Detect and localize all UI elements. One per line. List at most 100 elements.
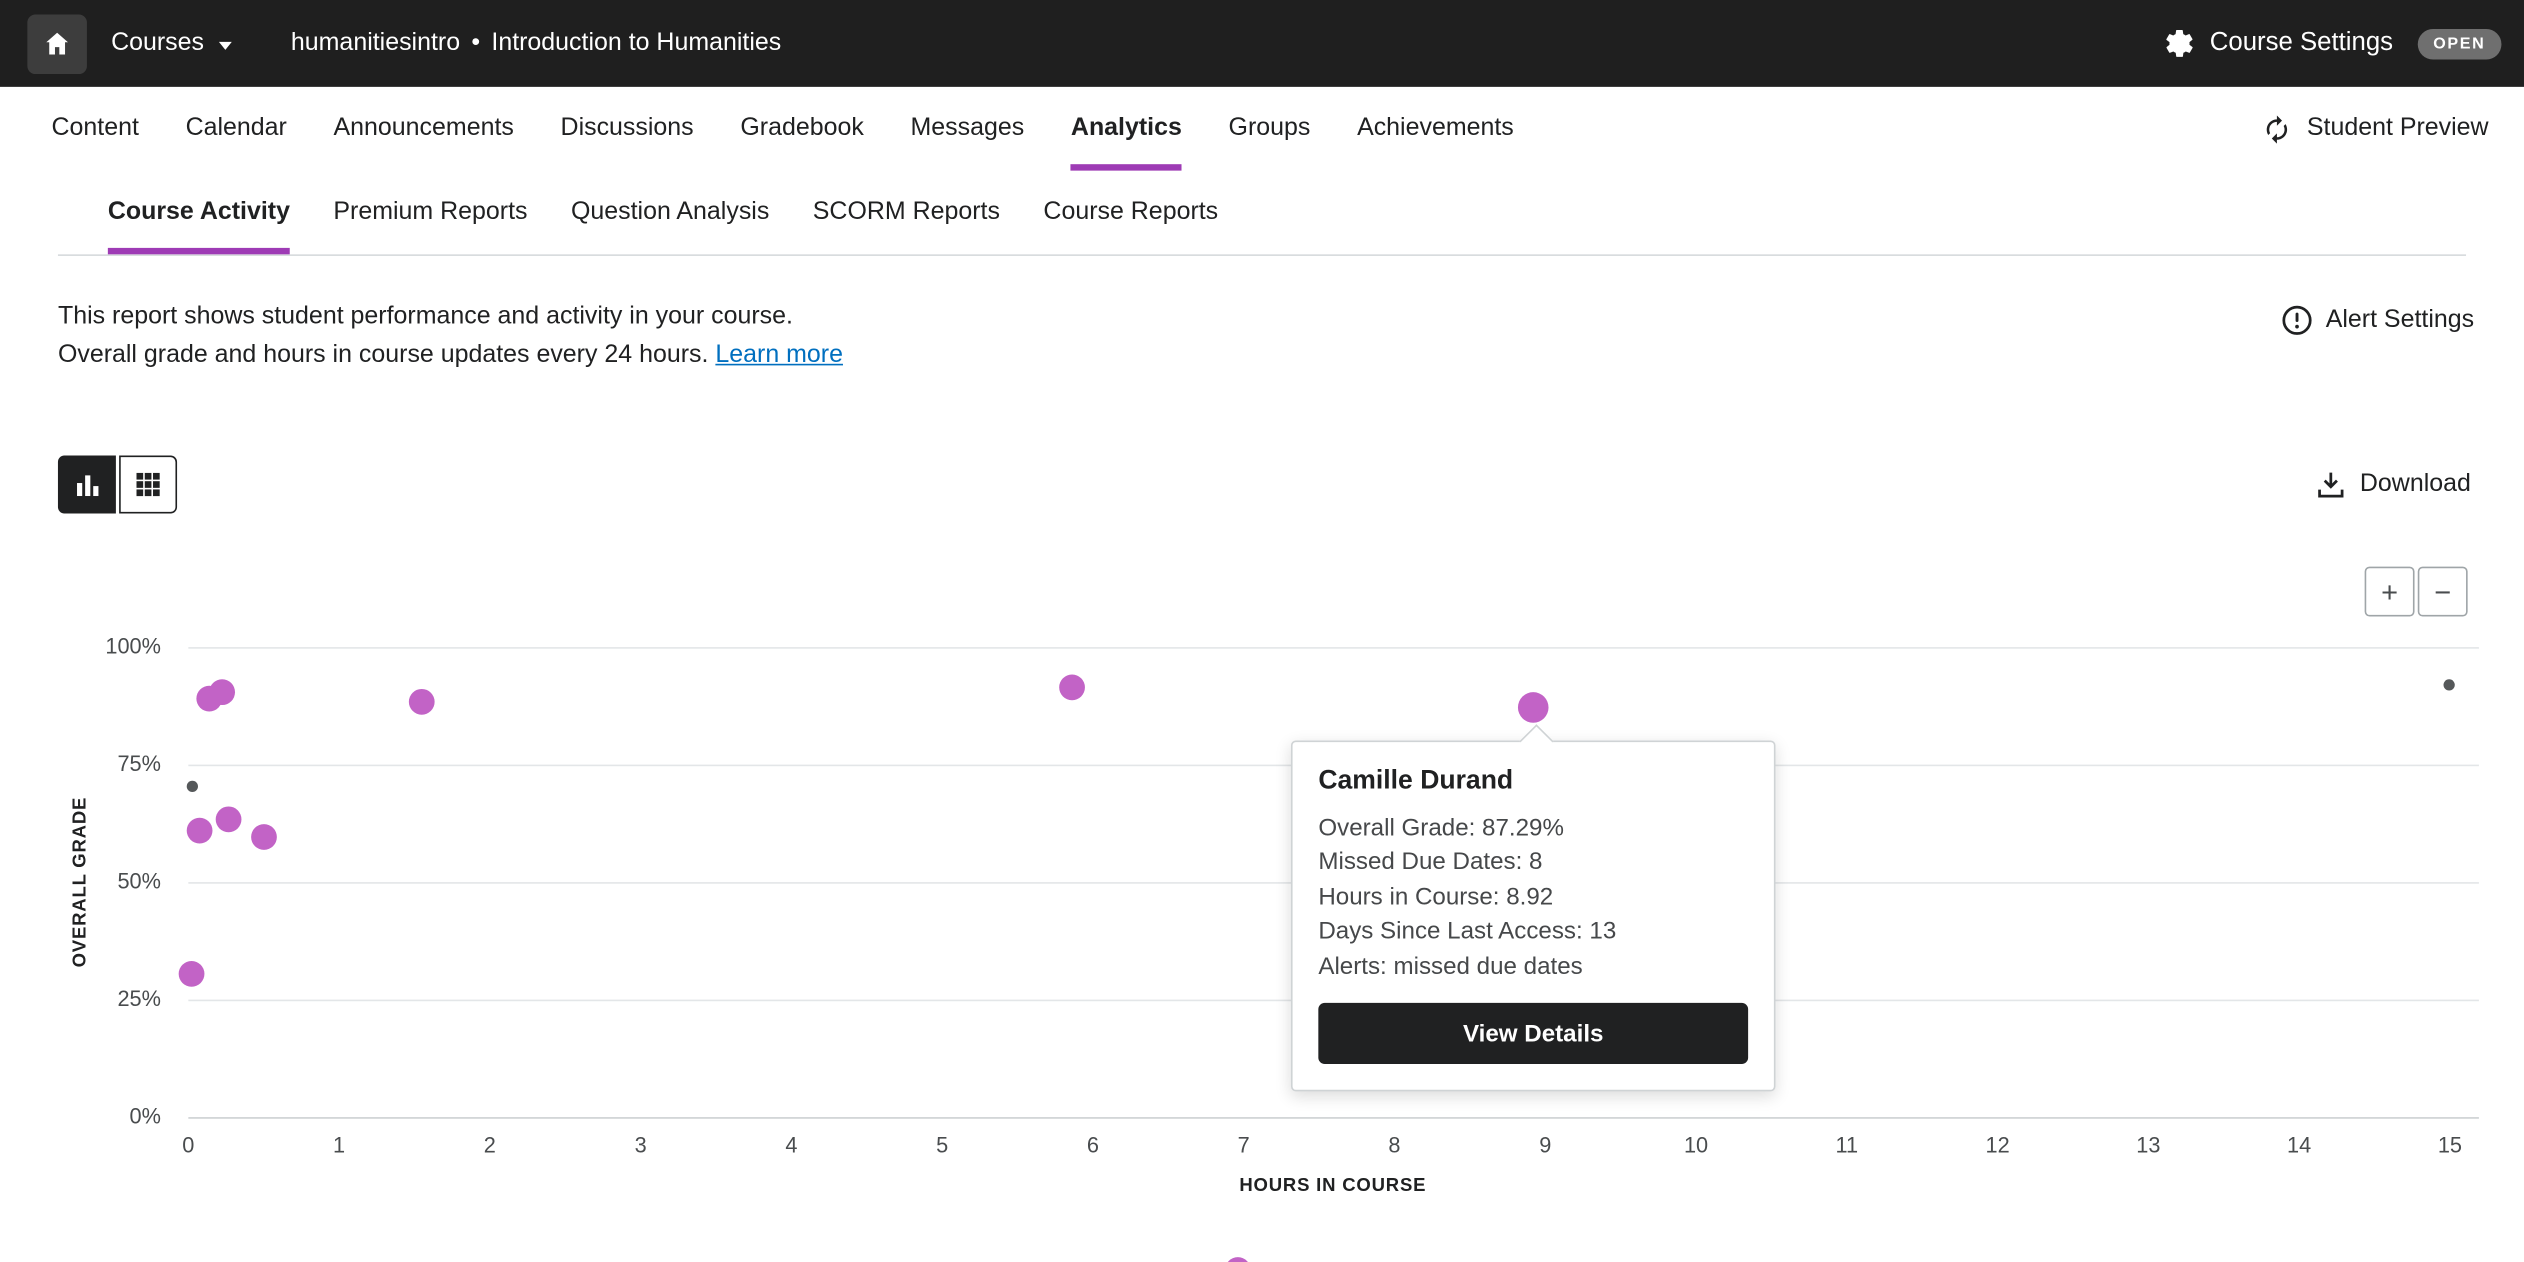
course-settings-button[interactable]: Course Settings [2210, 29, 2393, 58]
data-point[interactable] [1059, 674, 1085, 700]
student-preview-label: Student Preview [2307, 114, 2489, 143]
chart-controls-row: Download [0, 456, 2524, 514]
tab-groups[interactable]: Groups [1229, 87, 1311, 171]
tab-calendar[interactable]: Calendar [186, 87, 287, 171]
home-button[interactable] [27, 14, 87, 74]
sync-icon [2262, 113, 2293, 144]
download-icon [2315, 468, 2347, 500]
courses-label: Courses [111, 29, 204, 58]
tooltip-stats: Overall Grade: 87.29%Missed Due Dates: 8… [1318, 811, 1748, 984]
tooltip-stat-line: Alerts: missed due dates [1318, 949, 1748, 984]
analytics-subnav: Course Activity Premium Reports Question A… [58, 171, 2466, 256]
subtab-course-reports[interactable]: Course Reports [1043, 171, 1218, 255]
subtab-question-analysis[interactable]: Question Analysis [571, 171, 769, 255]
gridline [188, 1117, 2479, 1119]
courses-menu-button[interactable]: Courses [111, 29, 231, 58]
x-tick-label: 0 [153, 1133, 224, 1157]
subtab-premium-reports[interactable]: Premium Reports [333, 171, 527, 255]
download-button[interactable]: Download [2315, 468, 2471, 500]
tab-messages[interactable]: Messages [911, 87, 1025, 171]
top-bar: Courses humanitiesintro • Introduction t… [0, 0, 2524, 87]
tab-discussions[interactable]: Discussions [561, 87, 694, 171]
nav-tabs: Content Calendar Announcements Discussions G… [52, 87, 1514, 171]
zoom-in-button[interactable]: + [2365, 567, 2415, 617]
analytics-page: Courses humanitiesintro • Introduction t… [0, 0, 2524, 1262]
status-badge: OPEN [2417, 28, 2501, 59]
x-tick-label: 11 [1811, 1133, 1882, 1157]
table-view-button[interactable] [119, 456, 177, 514]
report-description-line2: Overall grade and hours in course update… [58, 336, 843, 375]
x-axis-title: HOURS IN COURSE [1239, 1177, 1426, 1196]
data-point[interactable] [1225, 1257, 1251, 1262]
tooltip-student-name: Camille Durand [1318, 766, 1748, 797]
data-point[interactable] [251, 825, 277, 851]
x-tick-label: 5 [907, 1133, 978, 1157]
tooltip-stat-line: Missed Due Dates: 8 [1318, 845, 1748, 880]
breadcrumb-separator: • [471, 29, 480, 58]
view-details-button[interactable]: View Details [1318, 1003, 1748, 1064]
download-label: Download [2360, 470, 2471, 499]
zoom-out-button[interactable]: − [2418, 567, 2468, 617]
learn-more-link[interactable]: Learn more [715, 341, 843, 368]
x-tick-label: 4 [756, 1133, 827, 1157]
alert-settings-button[interactable]: Alert Settings [2281, 304, 2474, 336]
table-grid-icon [134, 470, 163, 499]
y-tick-label: 0% [48, 1104, 161, 1130]
tab-gradebook[interactable]: Gradebook [740, 87, 863, 171]
tooltip-caret [1519, 724, 1553, 758]
topbar-right: Course Settings OPEN [2163, 27, 2501, 59]
bar-chart-icon [72, 469, 103, 500]
tooltip-stat-line: Hours in Course: 8.92 [1318, 880, 1748, 915]
data-point[interactable] [178, 961, 204, 987]
x-tick-label: 15 [2415, 1133, 2486, 1157]
data-point[interactable] [188, 818, 214, 844]
x-tick-label: 9 [1510, 1133, 1581, 1157]
x-tick-label: 13 [2113, 1133, 2184, 1157]
student-tooltip: Camille Durand Overall Grade: 87.29%Miss… [1291, 740, 1776, 1092]
data-point-camille-durand[interactable] [1518, 692, 1549, 723]
data-point[interactable] [187, 781, 198, 792]
chevron-down-icon [218, 41, 231, 49]
course-code: humanitiesintro [291, 29, 460, 58]
report-description: This report shows student performance an… [58, 298, 843, 375]
data-point[interactable] [2444, 679, 2455, 690]
y-tick-label: 75% [48, 752, 161, 778]
breadcrumb: humanitiesintro • Introduction to Humani… [291, 29, 781, 58]
subtab-scorm-reports[interactable]: SCORM Reports [813, 171, 1000, 255]
y-tick-label: 50% [48, 869, 161, 895]
course-nav: Content Calendar Announcements Discussions G… [0, 87, 2524, 171]
x-tick-label: 8 [1359, 1133, 1430, 1157]
tab-announcements[interactable]: Announcements [334, 87, 514, 171]
tab-achievements[interactable]: Achievements [1357, 87, 1514, 171]
y-tick-label: 25% [48, 987, 161, 1013]
x-tick-label: 2 [454, 1133, 525, 1157]
x-tick-label: 10 [1661, 1133, 1732, 1157]
report-info-row: This report shows student performance an… [0, 256, 2524, 375]
tooltip-stat-line: Days Since Last Access: 13 [1318, 914, 1748, 949]
alert-settings-label: Alert Settings [2326, 306, 2474, 335]
chart-view-button[interactable] [58, 456, 116, 514]
tab-analytics[interactable]: Analytics [1071, 87, 1182, 171]
y-tick-label: 100% [48, 634, 161, 660]
course-title: Introduction to Humanities [491, 29, 781, 58]
data-point[interactable] [209, 680, 235, 706]
report-description-line1: This report shows student performance an… [58, 298, 843, 337]
data-point[interactable] [409, 689, 435, 715]
x-tick-label: 6 [1058, 1133, 1129, 1157]
subtab-course-activity[interactable]: Course Activity [108, 171, 290, 255]
zoom-controls: + − [2365, 567, 2468, 617]
tab-content[interactable]: Content [52, 87, 139, 171]
tooltip-stat-line: Overall Grade: 87.29% [1318, 811, 1748, 846]
home-icon [42, 28, 73, 59]
student-preview-button[interactable]: Student Preview [2262, 87, 2489, 171]
x-tick-label: 3 [605, 1133, 676, 1157]
view-toggle [58, 456, 177, 514]
data-point[interactable] [216, 806, 242, 832]
alert-icon [2281, 304, 2313, 336]
x-tick-label: 7 [1208, 1133, 1279, 1157]
gridline [188, 647, 2479, 649]
x-tick-label: 12 [1962, 1133, 2033, 1157]
x-tick-label: 1 [304, 1133, 375, 1157]
gear-icon[interactable] [2163, 27, 2195, 59]
x-tick-label: 14 [2264, 1133, 2335, 1157]
